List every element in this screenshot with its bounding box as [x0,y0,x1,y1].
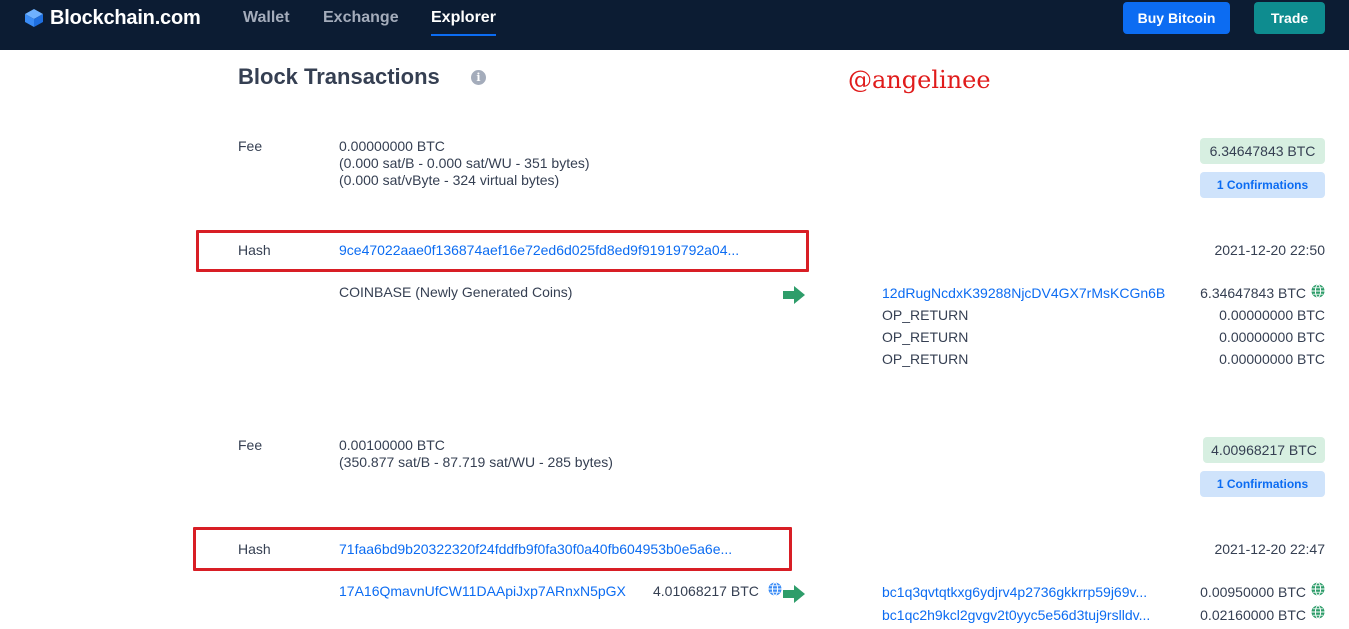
output-amount: 0.00950000 BTC [1200,584,1306,600]
transaction-time: 2021-12-20 22:47 [1214,541,1325,557]
output-amount: 0.00000000 BTC [1219,329,1325,345]
info-icon[interactable]: i [471,70,486,85]
fee-rate: (350.877 sat/B - 87.719 sat/WU - 285 byt… [339,454,613,470]
output-address: OP_RETURN [882,351,969,367]
globe-icon[interactable] [768,582,782,596]
trade-button[interactable]: Trade [1254,2,1325,34]
transfer-arrow-icon [783,585,805,603]
output-address: OP_RETURN [882,329,969,345]
globe-icon[interactable] [1311,605,1325,619]
output-amount: 0.02160000 BTC [1200,607,1306,623]
output-amount: 0.00000000 BTC [1219,351,1325,367]
input-address-link[interactable]: 17A16QmavnUfCW11DAApiJxp7ARnxN5pGX [339,583,626,599]
output-address-link[interactable]: bc1qc2h9kcl2gvgv2t0yyc5e56d3tuj9rslldv..… [882,607,1150,623]
fee-value: 0.00000000 BTC [339,138,445,154]
fee-rate: (0.000 sat/B - 0.000 sat/WU - 351 bytes) [339,155,590,171]
active-tab-indicator [431,34,496,36]
output-amount: 6.34647843 BTC [1200,285,1306,301]
confirmations-badge: 1 Confirmations [1200,172,1325,198]
highlight-box [196,230,809,272]
transaction-time: 2021-12-20 22:50 [1214,242,1325,258]
globe-icon[interactable] [1311,284,1325,298]
total-amount-badge: 6.34647843 BTC [1200,138,1325,164]
input-amount: 4.01068217 BTC [653,583,759,599]
top-navbar: Blockchain.com Wallet Exchange Explorer … [0,0,1349,50]
transfer-arrow-icon [783,286,805,304]
nav-explorer-link[interactable]: Explorer [431,9,496,27]
nav-exchange-link[interactable]: Exchange [323,9,399,27]
total-amount-badge: 4.00968217 BTC [1203,437,1325,463]
nav-wallet-link[interactable]: Wallet [243,9,290,27]
page-title: Block Transactions [238,64,440,89]
blockchain-logo[interactable]: Blockchain.com [24,6,201,30]
highlight-box [193,527,792,571]
buy-bitcoin-button[interactable]: Buy Bitcoin [1123,2,1230,34]
output-address: OP_RETURN [882,307,969,323]
globe-icon[interactable] [1311,582,1325,596]
output-address-link[interactable]: bc1q3qvtqtkxg6ydjrv4p2736gkkrrp59j69v... [882,584,1147,600]
logo-text: Blockchain.com [50,6,201,29]
output-amount: 0.00000000 BTC [1219,307,1325,323]
blockchain-logo-icon [25,9,43,27]
fee-label: Fee [238,138,263,154]
watermark-text: @angelinee [848,66,991,94]
fee-label: Fee [238,437,263,453]
fee-value: 0.00100000 BTC [339,437,445,453]
confirmations-badge: 1 Confirmations [1200,471,1325,497]
output-address-link[interactable]: 12dRugNcdxK39288NjcDV4GX7rMsKCGn6B [882,285,1165,301]
input-address: COINBASE (Newly Generated Coins) [339,284,573,300]
fee-vbyte-rate: (0.000 sat/vByte - 324 virtual bytes) [339,172,560,188]
